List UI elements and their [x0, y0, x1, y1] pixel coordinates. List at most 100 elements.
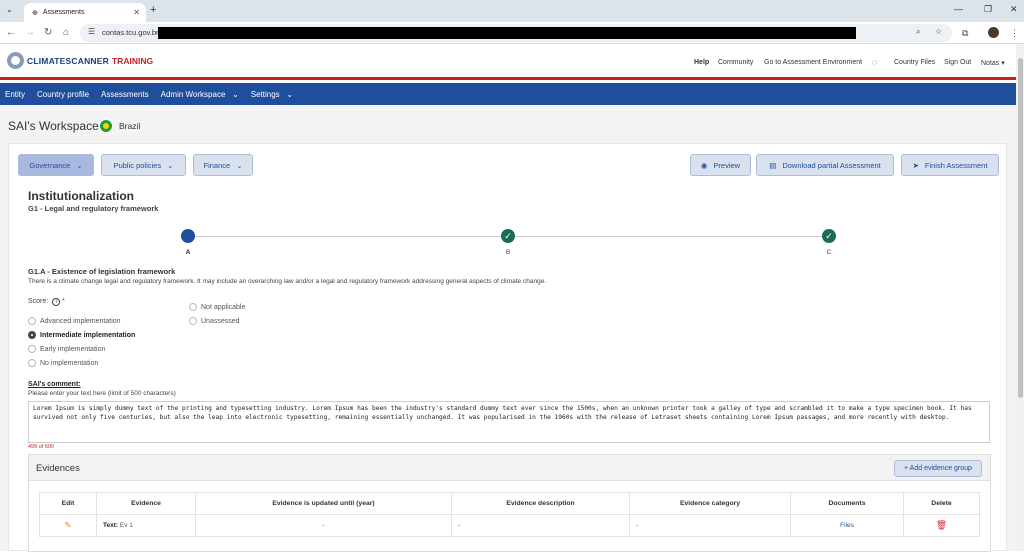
finish-assessment-button[interactable]: ➤ Finish Assessment — [901, 154, 999, 176]
scrollbar-thumb[interactable] — [1018, 58, 1023, 398]
radio-not-applicable[interactable]: Not applicable — [189, 303, 245, 311]
section-title: Institutionalization — [28, 189, 134, 203]
browser-tab-strip: ⌄ ⊕ Assessments ✕ + — ❐ ✕ — [0, 0, 1024, 22]
sign-out-link[interactable]: Sign Out — [944, 59, 971, 66]
caret-down-icon: ▾ — [1001, 60, 1005, 67]
document-icon: ▤ — [769, 160, 777, 170]
section-subtitle: G1 - Legal and regulatory framework — [28, 204, 159, 213]
minimize-icon[interactable]: — — [954, 4, 963, 14]
step-a-current[interactable] — [181, 229, 195, 243]
col-updated: Evidence is updated until (year) — [195, 492, 452, 515]
browser-tab-title: Assessments — [42, 9, 85, 16]
radio-none[interactable]: No implementation — [28, 359, 98, 367]
preview-button[interactable]: ◉ Preview — [690, 154, 751, 176]
public-policies-dropdown[interactable]: Public policies ⌄ — [101, 154, 186, 176]
evidence-value: Ev 1 — [119, 522, 133, 529]
maximize-icon[interactable]: ❐ — [984, 4, 992, 15]
nav-admin-workspace[interactable]: Admin Workspace ⌄ — [161, 90, 239, 99]
trash-icon[interactable]: 🗑 — [936, 520, 947, 530]
tab-search-icon[interactable]: ⌄ — [6, 5, 13, 14]
close-tab-icon[interactable]: ✕ — [133, 8, 140, 17]
nav-assessments[interactable]: Assessments — [101, 90, 149, 99]
step-c-done[interactable]: ✓ — [822, 229, 836, 243]
notas-label: Notas — [981, 60, 1000, 67]
notas-menu[interactable]: Notas ▾ — [981, 59, 1005, 67]
table-row: ✎ Text: Ev 1 - - - Files 🗑 — [39, 514, 980, 537]
add-evidence-group-button[interactable]: + Add evidence group — [894, 460, 982, 477]
evidences-title: Evidences — [36, 463, 80, 474]
nav-entity[interactable]: Entity — [5, 90, 25, 99]
radio-label: Advanced implementation — [40, 317, 121, 325]
radio-circle-selected — [28, 331, 36, 339]
close-window-icon[interactable]: ✕ — [1010, 4, 1018, 15]
brazil-flag-icon — [99, 119, 113, 133]
chat-icon[interactable]: ◌ — [872, 57, 877, 67]
step-b-done[interactable]: ✓ — [501, 229, 515, 243]
page-body: SAI's Workspace Brazil Governance ⌄ Publi… — [0, 105, 1016, 552]
radio-circle — [28, 359, 36, 367]
nav-settings[interactable]: Settings ⌄ — [251, 90, 293, 99]
site-info-icon[interactable]: ☰ — [88, 27, 95, 36]
browser-tab[interactable]: ⊕ Assessments ✕ — [24, 3, 146, 22]
country-files-link[interactable]: Country Files — [894, 59, 935, 66]
check-icon: ✓ — [825, 230, 833, 241]
profile-avatar[interactable] — [988, 27, 999, 38]
pencil-icon[interactable]: ✎ — [64, 520, 72, 530]
score-text: Score: — [28, 298, 49, 305]
radio-intermediate[interactable]: Intermediate implementation — [28, 331, 135, 339]
page-title: SAI's Workspace — [8, 119, 99, 133]
address-bar-row: ← → ↻ ⌂ ☰ contas.tcu.gov.br/ ⌕ ☆ ⧉ ⋮ — [0, 22, 1024, 44]
help-link[interactable]: Help — [694, 59, 709, 66]
community-link[interactable]: Community — [718, 59, 753, 66]
col-delete: Delete — [903, 492, 980, 515]
extensions-icon[interactable]: ⧉ — [962, 28, 968, 39]
assessment-environment-link[interactable]: Go to Assessment Environment — [764, 59, 862, 66]
check-icon: ✓ — [504, 230, 512, 241]
finance-label: Finance — [203, 160, 231, 170]
chevron-down-icon: ⌄ — [167, 160, 174, 170]
download-label: Download partial Assessment — [782, 160, 881, 170]
forward-icon[interactable]: → — [25, 27, 35, 38]
zoom-icon[interactable]: ⌕ — [916, 27, 920, 37]
bookmark-star-icon[interactable]: ☆ — [935, 27, 942, 36]
redacted-url — [158, 27, 856, 39]
col-evidence: Evidence — [96, 492, 196, 515]
info-icon[interactable]: i — [52, 298, 61, 306]
question-title: G1.A - Existence of legislation framewor… — [28, 267, 176, 276]
edit-cell: ✎ — [39, 514, 97, 537]
radio-early[interactable]: Early implementation — [28, 345, 105, 353]
back-icon[interactable]: ← — [6, 27, 16, 38]
radio-label: Not applicable — [201, 303, 246, 311]
download-partial-button[interactable]: ▤ Download partial Assessment — [756, 154, 894, 176]
col-description: Evidence description — [451, 492, 630, 515]
radio-advanced[interactable]: Advanced implementation — [28, 317, 121, 325]
preview-label: Preview — [713, 160, 741, 170]
nav-country-profile[interactable]: Country profile — [37, 90, 89, 99]
step-c-label: C — [826, 249, 832, 256]
comment-textarea[interactable]: Lorem Ipsum is simply dummy text of the … — [28, 401, 990, 443]
url-text: contas.tcu.gov.br/ — [102, 28, 161, 37]
evidences-table: Edit Evidence Evidence is updated until … — [39, 492, 980, 537]
finance-dropdown[interactable]: Finance ⌄ — [193, 154, 253, 176]
step-a-label: A — [185, 249, 191, 256]
radio-label: Early implementation — [40, 345, 106, 353]
table-header-row: Edit Evidence Evidence is updated until … — [39, 492, 980, 515]
governance-label: Governance — [29, 160, 71, 170]
home-icon[interactable]: ⌂ — [63, 27, 69, 38]
governance-dropdown[interactable]: Governance ⌄ — [18, 154, 94, 176]
browser-menu-icon[interactable]: ⋮ — [1010, 28, 1019, 39]
reload-icon[interactable]: ↻ — [44, 27, 52, 38]
category-cell: - — [629, 514, 791, 537]
step-b-label: B — [505, 249, 511, 256]
radio-unassessed[interactable]: Unassessed — [189, 317, 240, 325]
eye-icon: ◉ — [700, 160, 708, 170]
files-link[interactable]: Files — [840, 522, 854, 529]
col-category: Evidence category — [629, 492, 791, 515]
climatescanner-logo[interactable]: CLIMATESCANNER TRAINING — [7, 52, 153, 69]
address-bar[interactable]: ☰ contas.tcu.gov.br/ ⌕ ☆ — [80, 24, 952, 42]
col-documents: Documents — [790, 492, 904, 515]
new-tab-icon[interactable]: + — [150, 4, 156, 16]
globe-icon: ⊕ — [32, 9, 38, 17]
radio-circle — [189, 317, 197, 325]
chevron-down-icon: ⌄ — [232, 89, 239, 99]
